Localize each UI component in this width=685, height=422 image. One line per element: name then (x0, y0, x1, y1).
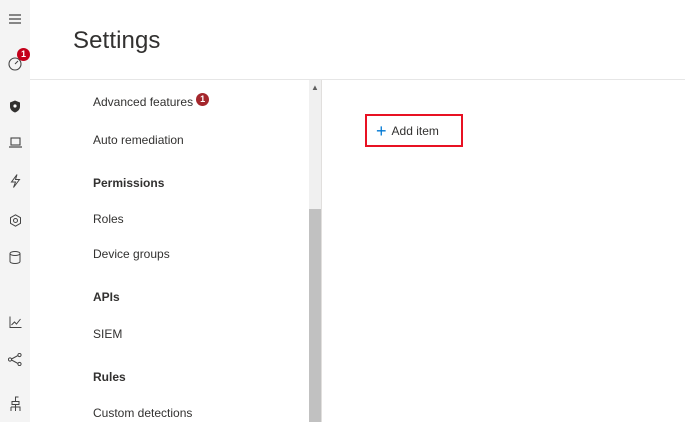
nav-item-siem[interactable]: SIEM (93, 327, 122, 341)
nav-item-advanced-features[interactable]: Advanced features 1 (93, 92, 210, 109)
notification-badge: 1 (196, 92, 210, 106)
data-nav-button[interactable] (0, 243, 30, 273)
threat-nav-button[interactable] (0, 205, 30, 235)
database-icon (9, 251, 21, 265)
devices-nav-button[interactable] (0, 127, 30, 157)
nav-heading-rules: Rules (93, 370, 126, 384)
hexagon-icon (9, 213, 21, 227)
scrollbar-thumb[interactable] (309, 209, 321, 422)
hamburger-menu-button[interactable] (0, 4, 30, 34)
dashboard-nav-button[interactable]: 1 (0, 48, 30, 79)
nav-item-custom-detections[interactable]: Custom detections (93, 406, 192, 420)
nav-item-device-groups[interactable]: Device groups (93, 247, 170, 261)
network-tree-icon (10, 396, 20, 411)
nav-heading-permissions: Permissions (93, 176, 165, 190)
configuration-nav-button[interactable] (0, 389, 30, 419)
reports-nav-button[interactable] (0, 307, 30, 337)
nav-item-label: Advanced features (93, 95, 194, 109)
add-item-button[interactable]: + Add item (365, 114, 463, 147)
nav-item-auto-remediation[interactable]: Auto remediation (93, 133, 184, 147)
share-nodes-icon (8, 352, 22, 366)
add-item-label: Add item (391, 123, 439, 138)
nav-scrollbar[interactable]: ▲ (309, 80, 321, 422)
alert-count-badge: 1 (17, 48, 30, 61)
shield-icon (10, 100, 20, 112)
line-chart-icon (9, 316, 21, 328)
hamburger-menu-icon (9, 14, 21, 24)
nav-item-roles[interactable]: Roles (93, 212, 124, 226)
left-nav-rail: 1 (0, 0, 30, 422)
plus-icon: + (376, 120, 387, 141)
scroll-up-arrow-icon[interactable]: ▲ (309, 80, 321, 94)
security-nav-button[interactable] (0, 91, 30, 121)
settings-nav-panel: Advanced features 1 Auto remediation Per… (30, 80, 322, 422)
laptop-icon (8, 136, 22, 148)
nav-heading-apis: APIs (93, 290, 120, 304)
lightning-icon (10, 174, 20, 188)
page-title: Settings (73, 27, 161, 54)
partners-nav-button[interactable] (0, 344, 30, 374)
automation-nav-button[interactable] (0, 166, 30, 196)
